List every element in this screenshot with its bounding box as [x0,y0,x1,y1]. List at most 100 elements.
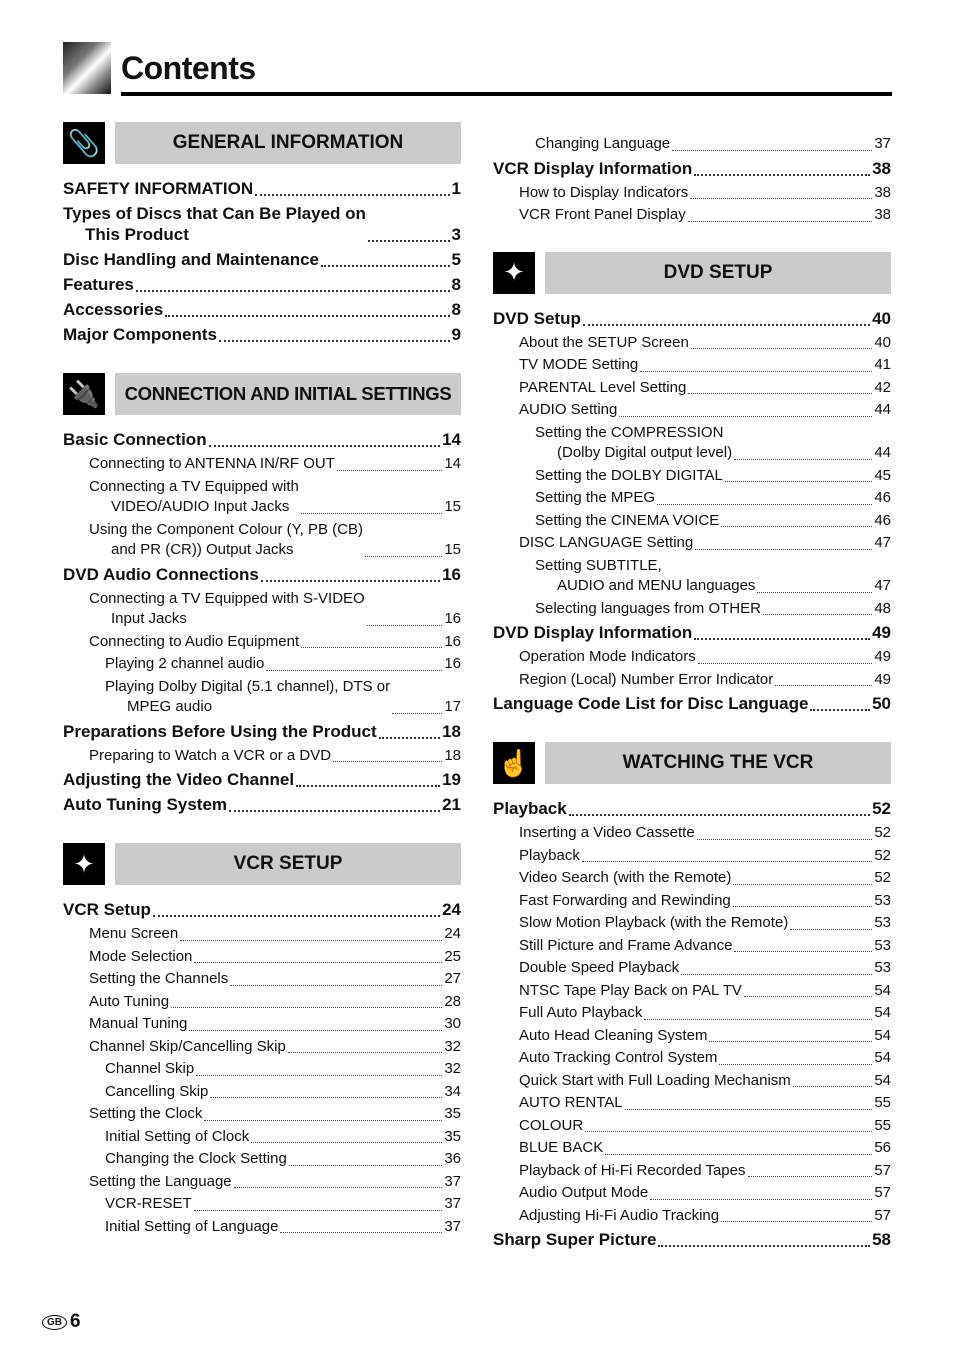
toc-subentry[interactable]: Connecting a TV Equipped with S-VIDEO Inp… [63,589,461,630]
entry-title: Auto Tracking Control System [519,1049,718,1066]
toc-subentry[interactable]: Playing Dolby Digital (5.1 channel), DTS… [63,677,461,718]
toc-subentry[interactable]: Adjusting Hi-Fi Audio Tracking 57 [493,1206,891,1227]
entry-title: Preparations Before Using the Product [63,721,377,741]
toc-subentry[interactable]: Setting the DOLBY DIGITAL 45 [493,466,891,487]
entry-title: Full Auto Playback [519,1004,643,1021]
toc-subentry[interactable]: Changing Language 37 [493,134,891,155]
dot-leader [721,1221,873,1222]
toc-subentry[interactable]: Connecting a TV Equipped with VIDEO/AUDIO… [63,477,461,518]
entry-page-number: 28 [444,992,461,1010]
toc-entry[interactable]: Auto Tuning System 21 [63,794,461,815]
entry-title: Setting the DOLBY DIGITAL [535,466,723,484]
toc-entry[interactable]: Playback 52 [493,798,891,819]
toc-subentry[interactable]: Playing 2 channel audio 16 [63,654,461,675]
entry-page-number: 37 [874,135,891,152]
toc-subentry[interactable]: Inserting a Video Cassette 52 [493,823,891,844]
entry-page-number: 44 [874,444,891,461]
toc-subentry[interactable]: VCR-RESET 37 [63,1194,461,1215]
entry-page-number: 16 [442,564,461,584]
toc-entry[interactable]: DVD Display Information 49 [493,622,891,643]
toc-subentry[interactable]: Manual Tuning 30 [63,1014,461,1035]
entry-title: VCR Front Panel Display [519,206,686,223]
toc-subentry[interactable]: Connecting to Audio Equipment 16 [63,632,461,653]
dot-leader [690,198,873,199]
toc-subentry[interactable]: Menu Screen 24 [63,924,461,945]
entry-page-number: 45 [874,466,891,484]
toc-subentry[interactable]: Operation Mode Indicators 49 [493,647,891,668]
toc-entry[interactable]: Features 8 [63,274,461,295]
toc-entry[interactable]: DVD Setup 40 [493,308,891,329]
toc-subentry[interactable]: Full Auto Playback 54 [493,1003,891,1024]
toc-subentry[interactable]: Still Picture and Frame Advance 53 [493,936,891,957]
toc-entry[interactable]: Types of Discs that Can Be Played on This… [63,203,461,245]
toc-subentry[interactable]: Auto Tuning 28 [63,992,461,1013]
toc-subentry[interactable]: Cancelling Skip 34 [63,1082,461,1103]
toc-subentry[interactable]: VCR Front Panel Display 38 [493,205,891,226]
toc-entry[interactable]: Basic Connection 14 [63,429,461,450]
toc-subentry[interactable]: Preparing to Watch a VCR or a DVD 18 [63,746,461,767]
toc-subentry[interactable]: Channel Skip/Cancelling Skip 32 [63,1037,461,1058]
toc-subentry[interactable]: COLOUR 55 [493,1116,891,1137]
entry-page-number: 16 [444,655,461,672]
toc-entry[interactable]: VCR Display Information 38 [493,158,891,179]
toc-entry[interactable]: DVD Audio Connections 16 [63,564,461,585]
entry-page-number: 37 [444,1172,461,1190]
entry-title: DVD Display Information [493,623,693,642]
toc-subentry[interactable]: Setting the MPEG 46 [493,488,891,509]
dot-leader [260,579,441,582]
toc-subentry[interactable]: AUDIO Setting 44 [493,400,891,421]
toc-subentry[interactable]: AUTO RENTAL 55 [493,1093,891,1114]
toc-entry[interactable]: Adjusting the Video Channel 19 [63,769,461,790]
toc-subentry[interactable]: Video Search (with the Remote) 52 [493,868,891,889]
toc-entry[interactable]: SAFETY INFORMATION 1 [63,178,461,199]
toc-subentry[interactable]: How to Display Indicators 38 [493,183,891,204]
entry-page-number: 14 [444,455,461,472]
toc-entry[interactable]: VCR Setup 24 [63,899,461,920]
dot-leader [734,458,873,460]
toc-subentry[interactable]: Setting the COMPRESSION (Dolby Digital ou… [493,423,891,464]
toc-subentry[interactable]: Channel Skip 32 [63,1059,461,1080]
toc-subentry[interactable]: NTSC Tape Play Back on PAL TV 54 [493,981,891,1002]
toc-subentry[interactable]: Using the Component Colour (Y, PB (CB) an… [63,520,461,561]
toc-subentry[interactable]: Double Speed Playback 53 [493,958,891,979]
toc-subentry[interactable]: TV MODE Setting 41 [493,355,891,376]
toc-subentry[interactable]: Audio Output Mode 57 [493,1183,891,1204]
toc-subentry[interactable]: Mode Selection 25 [63,947,461,968]
toc-entry[interactable]: Sharp Super Picture 58 [493,1229,891,1250]
toc-subentry[interactable]: Changing the Clock Setting 36 [63,1149,461,1170]
entry-page-number: 54 [874,1026,891,1044]
toc-subentry[interactable]: PARENTAL Level Setting 42 [493,378,891,399]
toc-entry[interactable]: Accessories 8 [63,299,461,320]
toc-subentry[interactable]: Setting the Language 37 [63,1172,461,1193]
toc-entry[interactable]: Language Code List for Disc Language 50 [493,693,891,714]
toc-subentry[interactable]: Slow Motion Playback (with the Remote) 53 [493,913,891,934]
toc-subentry[interactable]: Connecting to ANTENNA IN/RF OUT 14 [63,454,461,475]
toc-entry[interactable]: Preparations Before Using the Product 18 [63,721,461,742]
toc-subentry[interactable]: Initial Setting of Language 37 [63,1217,461,1238]
entry-page-number: 49 [874,670,891,688]
toc-subentry[interactable]: Setting SUBTITLE, AUDIO and MENU language… [493,556,891,597]
toc-entry[interactable]: Major Components 9 [63,324,461,345]
entry-page-number: 18 [444,746,461,764]
toc-subentry[interactable]: BLUE BACK 56 [493,1138,891,1159]
toc-subentry[interactable]: Region (Local) Number Error Indicator 49 [493,670,891,691]
dot-leader [810,709,871,711]
toc-subentry[interactable]: Setting the Channels 27 [63,969,461,990]
toc-subentry[interactable]: DISC LANGUAGE Setting 47 [493,533,891,554]
toc-subentry[interactable]: Setting the CINEMA VOICE 46 [493,511,891,532]
toc-subentry[interactable]: Auto Tracking Control System 54 [493,1048,891,1069]
page-title: Contents [121,50,256,86]
dot-leader [288,1164,443,1166]
toc-subentry[interactable]: Fast Forwarding and Rewinding 53 [493,891,891,912]
toc-subentry[interactable]: Selecting languages from OTHER 48 [493,599,891,620]
entry-page-number: 55 [874,1116,891,1134]
toc-subentry[interactable]: About the SETUP Screen 40 [493,333,891,354]
toc-subentry[interactable]: Quick Start with Full Loading Mechanism 5… [493,1071,891,1092]
toc-subentry[interactable]: Initial Setting of Clock 35 [63,1127,461,1148]
toc-subentry[interactable]: Setting the Clock 35 [63,1104,461,1125]
toc-subentry[interactable]: Playback of Hi-Fi Recorded Tapes 57 [493,1161,891,1182]
toc-subentry[interactable]: Playback 52 [493,846,891,867]
toc-entry[interactable]: Disc Handling and Maintenance 5 [63,249,461,270]
toc-subentry[interactable]: Auto Head Cleaning System 54 [493,1026,891,1047]
toc-section-dvd-setup: ✦ DVD SETUP DVD Setup 40 About the SETUP Scr… [493,228,891,715]
